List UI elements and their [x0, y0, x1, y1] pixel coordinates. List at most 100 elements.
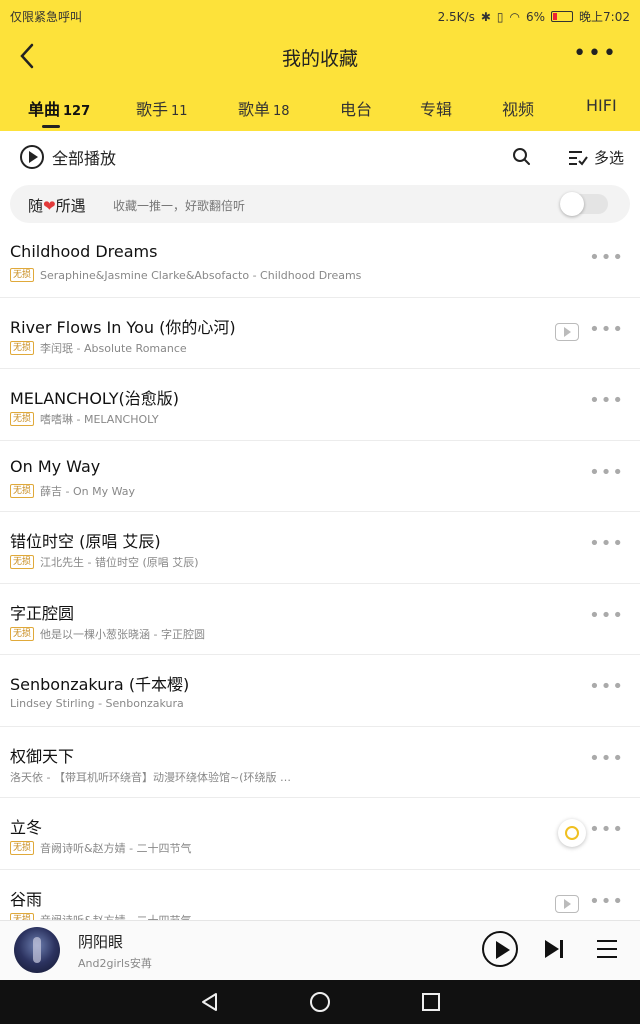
song-artist-album: 嗜嗜琳 - MELANCHOLY: [40, 413, 159, 426]
song-more-button[interactable]: •••: [589, 606, 624, 624]
wifi-icon: ◠: [509, 9, 520, 24]
status-right: 2.5K/s ✱ ▯ ◠ 6% 晚上7:02: [438, 8, 630, 25]
song-row[interactable]: 谷雨 无损 音阙诗听&赵方婧 - 二十四节气 •••: [0, 870, 640, 920]
nav-home-button[interactable]: [310, 992, 330, 1012]
now-playing-artist: And2girls安苒: [78, 957, 152, 970]
song-subtitle: 洛天依 - 【带耳机听环绕音】动漫环绕体验馆~(环绕版 …: [10, 769, 291, 785]
song-more-button[interactable]: •••: [589, 463, 624, 481]
song-list: Childhood Dreams 无损 Seraphine&Jasmine Clar…: [0, 226, 640, 920]
random-subtitle: 收藏一推一，好歌翻倍听: [113, 199, 246, 213]
playlist-icon-line: [597, 940, 617, 942]
lossless-badge: 无损: [10, 841, 35, 855]
song-title: MELANCHOLY(治愈版): [10, 389, 179, 408]
song-row[interactable]: MELANCHOLY(治愈版) 无损 嗜嗜琳 - MELANCHOLY •••: [0, 369, 640, 441]
search-button[interactable]: [512, 147, 534, 169]
song-more-button[interactable]: •••: [589, 678, 624, 696]
song-artist-album: Seraphine&Jasmine Clarke&Absofacto - Chi…: [40, 268, 362, 282]
tab-label: HIFI: [586, 96, 617, 115]
tab-albums[interactable]: 专辑: [420, 96, 452, 120]
song-row[interactable]: On My Way 无损 薛吉 - On My Way •••: [0, 441, 640, 512]
song-subtitle: 无损 江北先生 - 错位时空 (原唱 艾辰): [10, 554, 199, 570]
song-title: Childhood Dreams: [10, 242, 158, 261]
toggle-knob: [560, 192, 584, 216]
page-title: 我的收藏: [281, 48, 358, 70]
lossless-badge: 无损: [10, 340, 35, 355]
system-nav-bar: [0, 980, 640, 1024]
nav-recent-button[interactable]: [422, 993, 440, 1011]
vibrate-icon: ▯: [496, 9, 504, 24]
multi-select-label: 多选: [594, 149, 625, 167]
tab-label: 单曲: [28, 100, 61, 119]
song-row[interactable]: River Flows In You (你的心河) 无损 李闰珉 - Absolut…: [0, 298, 640, 369]
battery-percent: 6%: [526, 9, 546, 24]
tab-videos[interactable]: 视频: [502, 96, 534, 120]
play-all-button[interactable]: 全部播放: [20, 145, 116, 169]
next-button[interactable]: [545, 939, 565, 959]
mini-player[interactable]: 阴阳眼 And2girls安苒: [0, 920, 640, 980]
song-more-button[interactable]: •••: [589, 892, 624, 910]
song-more-button[interactable]: •••: [589, 535, 624, 553]
carrier-text: 仅限紧急呼叫: [10, 10, 83, 24]
song-subtitle: 无损 音阙诗听&赵方婧 - 二十四节气: [10, 840, 192, 856]
tab-radio[interactable]: 电台: [340, 96, 372, 120]
random-toggle[interactable]: [560, 192, 608, 216]
song-more-button[interactable]: •••: [589, 821, 624, 839]
search-icon: [513, 148, 530, 165]
more-button[interactable]: •••: [573, 43, 618, 65]
now-playing-title: 阴阳眼: [78, 933, 124, 951]
title-bar: 我的收藏 •••: [0, 30, 640, 82]
play-button[interactable]: [482, 931, 518, 967]
heart-icon: ❤: [43, 197, 56, 215]
tab-count: 11: [171, 104, 188, 119]
song-row[interactable]: 立冬 无损 音阙诗听&赵方婧 - 二十四节气 •••: [0, 798, 640, 870]
song-more-button[interactable]: •••: [589, 392, 624, 410]
song-title: Senbonzakura (千本樱): [10, 675, 190, 694]
clock: 晚上7:02: [579, 10, 630, 24]
checklist-icon: [569, 150, 588, 166]
playlist-button[interactable]: [597, 940, 617, 958]
random-title-post: 所遇: [55, 197, 86, 215]
song-more-button[interactable]: •••: [589, 249, 624, 267]
tab-label: 歌单: [238, 100, 271, 119]
song-row[interactable]: Senbonzakura (千本樱) Lindsey Stirling - Sen…: [0, 655, 640, 727]
lossless-badge: 无损: [10, 555, 35, 569]
song-subtitle: 无损 他是以一棵小葱张晓涵 - 字正腔圆: [10, 626, 205, 642]
playlist-icon-line: [597, 956, 617, 958]
playlist-icon-line: [597, 948, 617, 950]
status-bar: 仅限紧急呼叫 2.5K/s ✱ ▯ ◠ 6% 晚上7:02: [0, 0, 640, 30]
song-artist-album: 音阙诗听&赵方婧 - 二十四节气: [40, 842, 192, 855]
album-art[interactable]: [14, 927, 60, 973]
lossless-badge: 无损: [10, 912, 35, 920]
header: 仅限紧急呼叫 2.5K/s ✱ ▯ ◠ 6% 晚上7:02 我的收藏 ••• 单…: [0, 0, 640, 131]
locate-icon[interactable]: [558, 819, 586, 847]
song-title: 谷雨: [10, 889, 43, 909]
tab-songs[interactable]: 单曲 127: [28, 96, 90, 128]
video-play-icon[interactable]: [555, 894, 579, 913]
battery-icon: [551, 11, 574, 22]
song-subtitle: 无损 Seraphine&Jasmine Clarke&Absofacto - C…: [10, 268, 361, 282]
tab-bar: 单曲 127 歌手 11 歌单 18 电台 专辑 视频 HIFI: [0, 88, 640, 128]
nav-back-button[interactable]: [200, 992, 220, 1012]
random-encounter-bar[interactable]: 随❤所遇 收藏一推一，好歌翻倍听: [10, 185, 630, 223]
song-subtitle: 无损 薛吉 - On My Way: [10, 483, 135, 499]
multi-select-button[interactable]: 多选: [568, 147, 624, 168]
song-more-button[interactable]: •••: [589, 749, 624, 767]
song-artist-album: Lindsey Stirling - Senbonzakura: [10, 697, 184, 710]
video-play-icon[interactable]: [555, 322, 579, 341]
lossless-badge: 无损: [10, 268, 35, 282]
song-title: 字正腔圆: [10, 603, 75, 623]
song-row[interactable]: Childhood Dreams 无损 Seraphine&Jasmine Clar…: [0, 226, 640, 298]
play-circle-icon: [20, 145, 44, 169]
tab-artists[interactable]: 歌手 11: [136, 96, 188, 120]
song-row[interactable]: 字正腔圆无损 他是以一棵小葱张晓涵 - 字正腔圆 •••: [0, 584, 640, 655]
song-subtitle: 无损 李闰珉 - Absolute Romance: [10, 340, 187, 356]
tab-playlists[interactable]: 歌单 18: [238, 96, 290, 120]
song-artist-album: 薛吉 - On My Way: [40, 484, 136, 498]
tab-label: 视频: [502, 100, 535, 119]
song-title: River Flows In You (你的心河): [10, 317, 236, 337]
song-row[interactable]: 错位时空 (原唱 艾辰) 无损 江北先生 - 错位时空 (原唱 艾辰) •••: [0, 512, 640, 584]
toolbar: 全部播放 多选: [0, 131, 640, 183]
tab-hifi[interactable]: HIFI: [586, 96, 617, 115]
song-row[interactable]: 权御天下 洛天依 - 【带耳机听环绕音】动漫环绕体验馆~(环绕版 … •••: [0, 727, 640, 798]
song-more-button[interactable]: •••: [589, 320, 624, 338]
